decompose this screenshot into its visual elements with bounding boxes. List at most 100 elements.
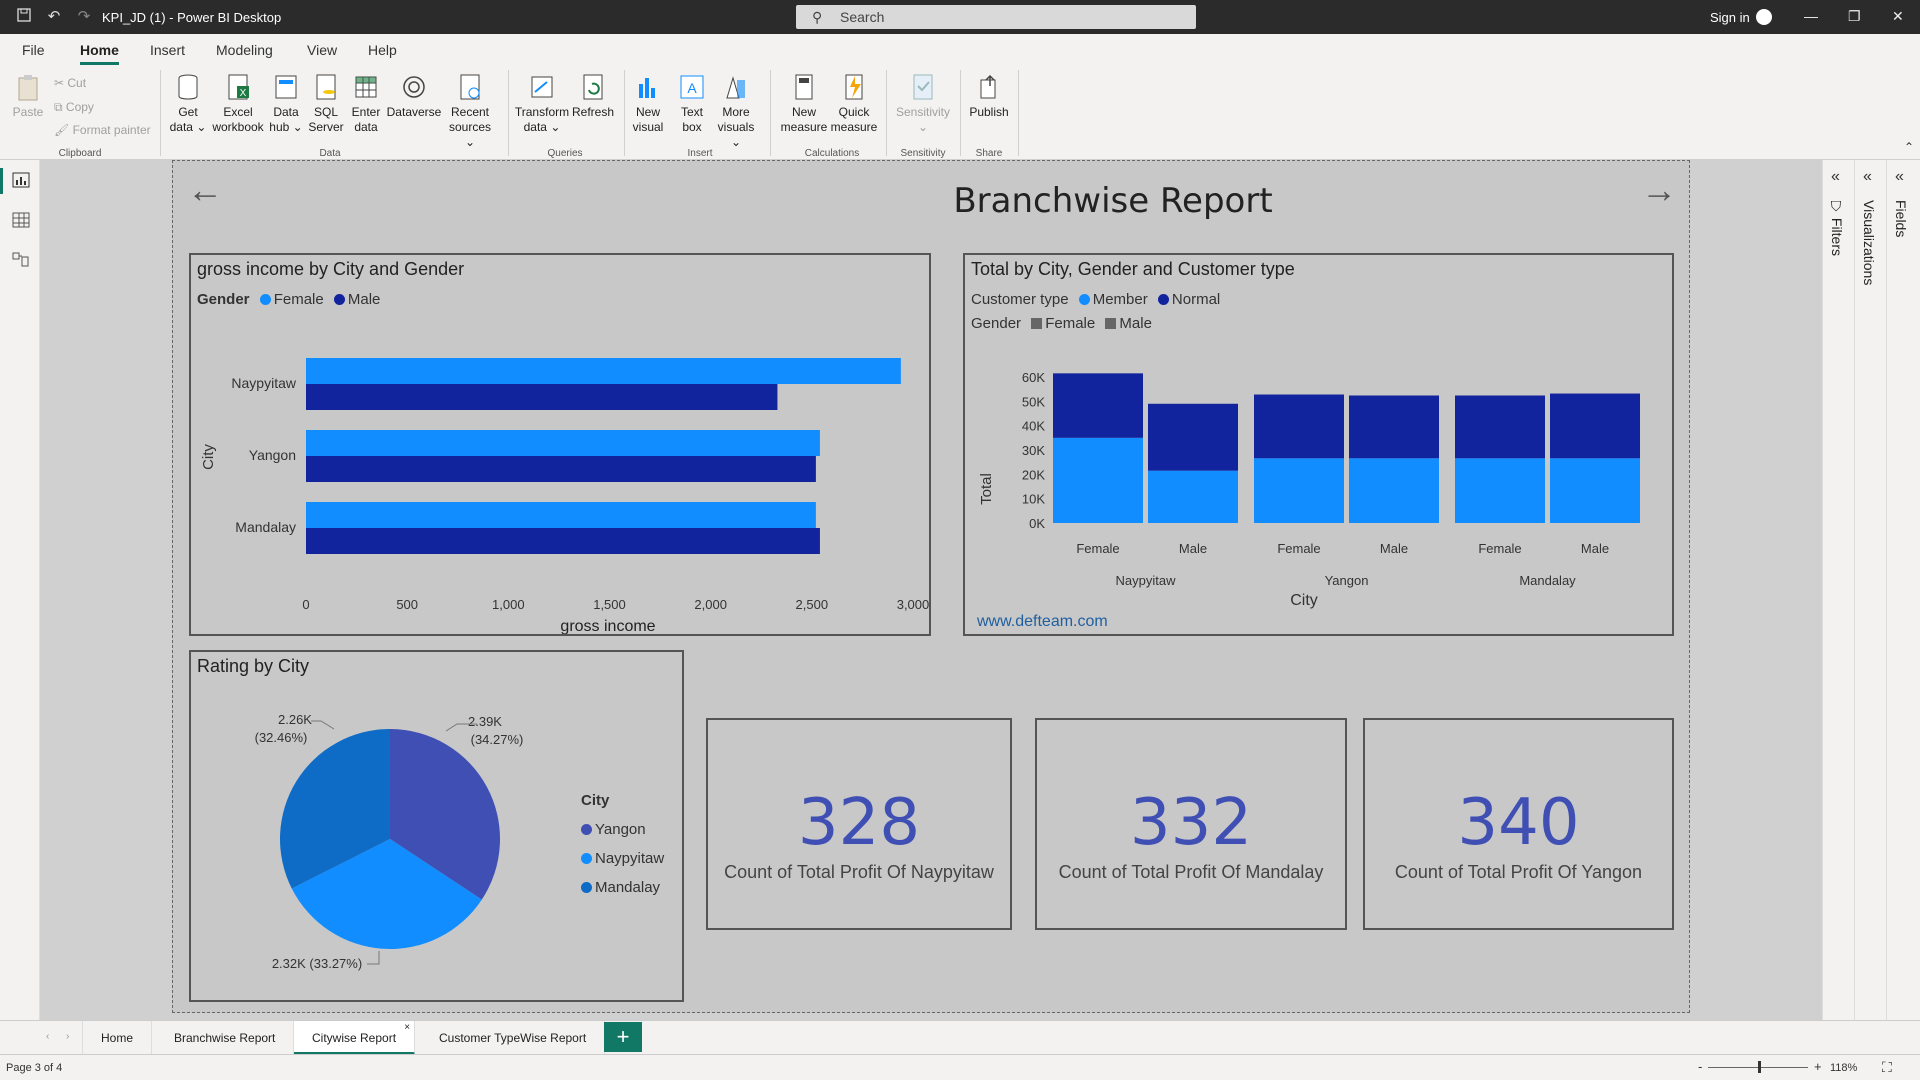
forward-arrow-icon[interactable]: → [1641, 169, 1677, 211]
format-painter-label: Format painter [72, 123, 151, 137]
dataverse-button[interactable]: Dataverse [386, 72, 442, 120]
redo-icon[interactable]: ↷ [74, 7, 94, 27]
expand-filters-icon[interactable]: « [1831, 168, 1840, 186]
y-tick-label: 0K [1029, 516, 1045, 531]
zoom-slider-thumb[interactable] [1758, 1061, 1761, 1073]
excel-label-2: workbook [212, 120, 264, 134]
zoom-out-icon[interactable]: - [1698, 1059, 1702, 1074]
page-tabs: ‹ › Home Branchwise Report Citywise Repo… [0, 1020, 1920, 1055]
y-tick-label: 30K [1022, 443, 1045, 458]
menu-view[interactable]: View [307, 42, 337, 58]
defteam-link[interactable]: www.defteam.com [977, 613, 1108, 631]
new-measure-label-2: measure [780, 120, 828, 134]
y-tick-label: 20K [1022, 467, 1045, 482]
scroll-tabs-right-icon[interactable]: › [66, 1031, 69, 1042]
pie-legend-yangon[interactable]: Yangon [581, 815, 664, 844]
total-column-chart[interactable]: Total by City, Gender and Customer type … [963, 253, 1674, 636]
pie-legend-naypyitaw[interactable]: Naypyitaw [581, 844, 664, 873]
page-tab-branchwise[interactable]: Branchwise Report [156, 1021, 295, 1055]
back-arrow-icon[interactable]: ← [187, 169, 223, 211]
undo-icon[interactable]: ↶ [44, 7, 64, 27]
separator [1018, 70, 1019, 156]
search-box[interactable]: ⚲ Search [796, 5, 1196, 29]
card-mandalay[interactable]: 332 Count of Total Profit Of Mandalay [1035, 718, 1347, 930]
get-data-button[interactable]: Get data ⌄ [166, 72, 210, 135]
page-tab-home[interactable]: Home [82, 1021, 153, 1055]
minimize-icon[interactable]: — [1804, 8, 1818, 24]
yangon-value-label: 2.39K [468, 714, 502, 729]
collapse-ribbon-icon[interactable]: ⌃ [1904, 140, 1914, 154]
recent-sources-button[interactable]: Recent sources ⌄ [448, 72, 492, 150]
column-segment-member [1550, 458, 1640, 523]
close-tab-icon[interactable]: × [404, 1011, 410, 1045]
table-view-icon[interactable] [12, 212, 30, 228]
transform-data-button[interactable]: Transform data ⌄ [514, 72, 570, 135]
zoom-in-icon[interactable]: + [1814, 1059, 1822, 1074]
enter-data-button[interactable]: Enter data [348, 72, 384, 135]
sql-label-2: Server [308, 120, 344, 134]
format-painter-button[interactable]: 🖌 Format painter [54, 123, 151, 137]
cut-label: Cut [67, 76, 87, 90]
zoom-level[interactable]: 118% [1830, 1062, 1857, 1074]
recent-label-1: Recent [450, 105, 490, 119]
avatar[interactable] [1756, 9, 1772, 25]
column-gender-label: Male [1179, 541, 1207, 556]
add-page-button[interactable]: + [604, 1022, 642, 1052]
menu-insert[interactable]: Insert [150, 42, 185, 58]
report-page: ← → Branchwise Report gross income by Ci… [172, 160, 1690, 1013]
sign-in-link[interactable]: Sign in [1710, 10, 1750, 25]
save-icon[interactable] [14, 7, 34, 27]
copy-button[interactable]: ⧉ Copy [54, 100, 94, 115]
menu-help[interactable]: Help [368, 42, 397, 58]
rating-pie-chart[interactable]: Rating by City 2.26K (32.46%) 2.39K (34.… [189, 650, 684, 1002]
column-segment-member [1148, 470, 1238, 523]
refresh-button[interactable]: Refresh [572, 72, 614, 120]
enter-data-label-1: Enter [351, 105, 381, 119]
pie-legend-mandalay[interactable]: Mandalay [581, 873, 664, 902]
fields-label: Fields [1893, 200, 1909, 238]
expand-fields-icon[interactable]: « [1895, 168, 1904, 186]
naypyitaw-legend-label: Naypyitaw [595, 850, 665, 867]
svg-text:A: A [687, 80, 697, 96]
visualizations-pane[interactable]: « Visualizations [1854, 160, 1886, 1020]
excel-workbook-button[interactable]: X Excel workbook [210, 72, 266, 135]
gross-income-bar-chart[interactable]: gross income by City and Gender Gender F… [189, 253, 931, 636]
separator [886, 70, 887, 156]
x-tick-label: 500 [396, 597, 418, 612]
mandalay-leader-line [311, 720, 335, 730]
text-box-label-2: box [682, 120, 702, 134]
publish-button[interactable]: Publish [966, 72, 1012, 120]
page-tab-customer-typewise[interactable]: Customer TypeWise Report [421, 1021, 606, 1055]
model-view-icon[interactable] [12, 252, 30, 268]
column-gender-label: Male [1581, 541, 1609, 556]
cut-button[interactable]: ✂ Cut [54, 76, 86, 90]
scroll-tabs-left-icon[interactable]: ‹ [46, 1031, 49, 1042]
fields-pane[interactable]: « Fields [1886, 160, 1920, 1020]
sql-server-button[interactable]: SQL Server [306, 72, 346, 135]
more-visuals-button[interactable]: More visuals ⌄ [714, 72, 758, 150]
paste-button[interactable]: Paste [10, 72, 46, 120]
group-clipboard: Clipboard [58, 148, 102, 159]
new-visual-button[interactable]: New visual [630, 72, 666, 135]
quick-measure-button[interactable]: Quick measure [828, 72, 880, 135]
sensitivity-button[interactable]: Sensitivity ⌄ [892, 72, 954, 135]
card-yangon[interactable]: 340 Count of Total Profit Of Yangon [1363, 718, 1674, 930]
card-yangon-label: Count of Total Profit Of Yangon [1394, 862, 1643, 882]
close-icon[interactable]: ✕ [1892, 8, 1904, 25]
text-box-button[interactable]: A Text box [674, 72, 710, 135]
x-tick-label: 0 [302, 597, 309, 612]
expand-visualizations-icon[interactable]: « [1863, 168, 1872, 186]
new-measure-button[interactable]: New measure [778, 72, 830, 135]
filters-pane[interactable]: « ⛉ Filters [1822, 160, 1854, 1020]
fit-to-page-icon[interactable]: ⛶ [1882, 1059, 1892, 1076]
page-tab-citywise[interactable]: Citywise Report × [294, 1021, 416, 1055]
card-naypyitaw[interactable]: 328 Count of Total Profit Of Naypyitaw [706, 718, 1012, 930]
column-segment-normal [1053, 373, 1143, 438]
menu-home[interactable]: Home [80, 42, 119, 65]
data-hub-button[interactable]: Data hub ⌄ [268, 72, 304, 135]
restore-icon[interactable]: ❐ [1848, 8, 1861, 25]
menu-file[interactable]: File [22, 42, 45, 58]
report-view-icon[interactable] [12, 172, 30, 188]
menu-modeling[interactable]: Modeling [216, 42, 273, 58]
report-title: Branchwise Report [953, 181, 1273, 221]
